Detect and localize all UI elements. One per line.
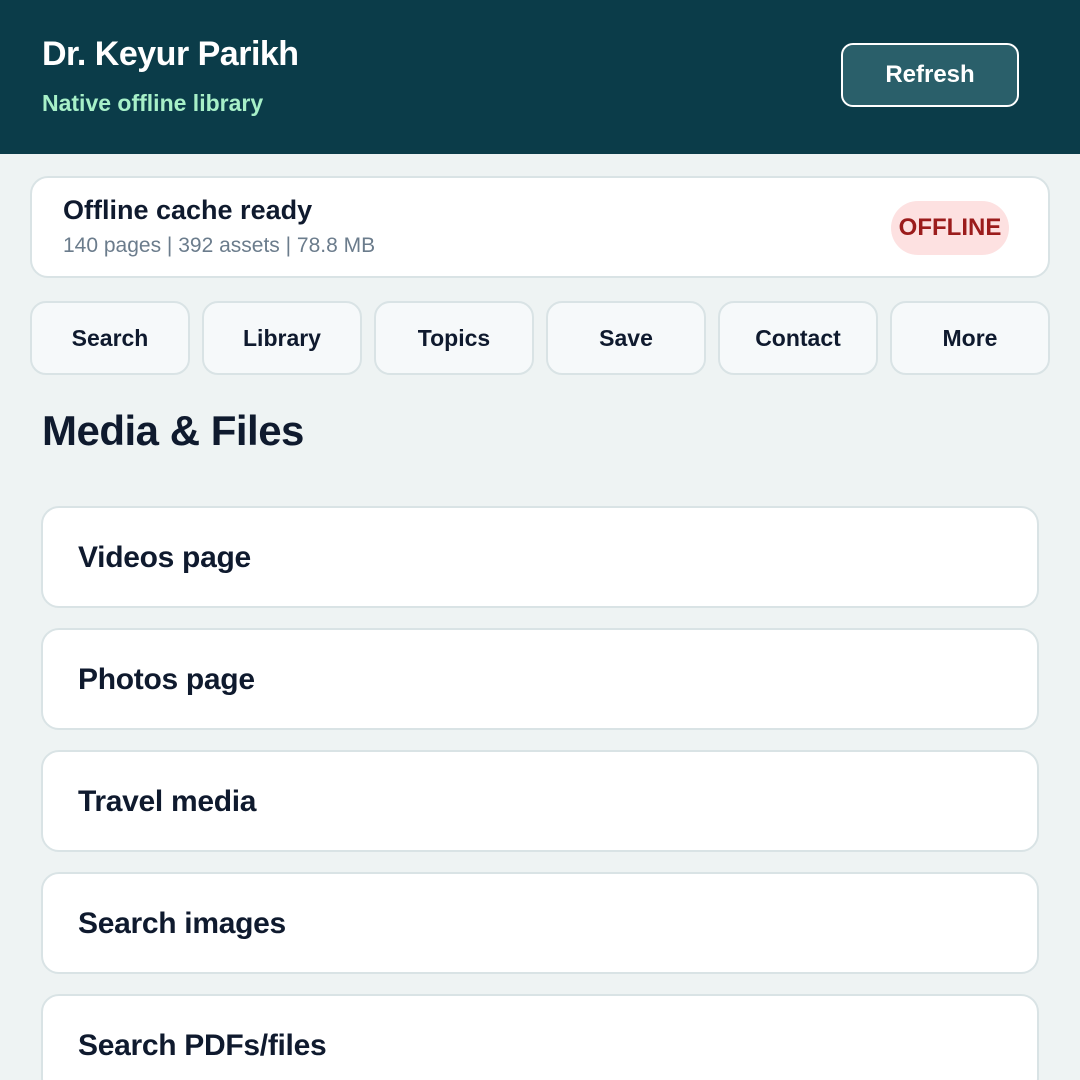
list-item-search-pdfs-files[interactable]: Search PDFs/files xyxy=(41,994,1039,1080)
quick-nav: Search Library Topics Save Contact More xyxy=(30,301,1050,375)
header-title: Dr. Keyur Parikh xyxy=(42,35,299,73)
list-item-videos-page[interactable]: Videos page xyxy=(41,506,1039,608)
list-item-photos-page[interactable]: Photos page xyxy=(41,628,1039,730)
list-item-label: Search images xyxy=(78,907,286,940)
nav-button-search[interactable]: Search xyxy=(30,301,190,375)
list-item-travel-media[interactable]: Travel media xyxy=(41,750,1039,852)
list-item-label: Search PDFs/files xyxy=(78,1029,327,1062)
list-item-label: Photos page xyxy=(78,663,255,696)
section-title: Media & Files xyxy=(42,407,304,454)
list-item-label: Travel media xyxy=(78,785,257,818)
refresh-button[interactable]: Refresh xyxy=(841,43,1019,107)
nav-button-more[interactable]: More xyxy=(890,301,1050,375)
app-header: Dr. Keyur Parikh Native offline library … xyxy=(0,0,1080,154)
list-item-search-images[interactable]: Search images xyxy=(41,872,1039,974)
cache-status-card: Offline cache ready 140 pages | 392 asse… xyxy=(30,176,1050,278)
nav-button-library[interactable]: Library xyxy=(202,301,362,375)
list-item-label: Videos page xyxy=(78,541,251,574)
nav-button-contact[interactable]: Contact xyxy=(718,301,878,375)
nav-button-topics[interactable]: Topics xyxy=(374,301,534,375)
header-subtitle: Native offline library xyxy=(42,90,264,116)
status-badge: OFFLINE xyxy=(891,201,1009,255)
app-root: Dr. Keyur Parikh Native offline library … xyxy=(0,0,1080,1080)
cache-status-title: Offline cache ready xyxy=(63,195,313,225)
nav-button-save[interactable]: Save xyxy=(546,301,706,375)
cache-status-meta: 140 pages | 392 assets | 78.8 MB xyxy=(63,234,376,257)
